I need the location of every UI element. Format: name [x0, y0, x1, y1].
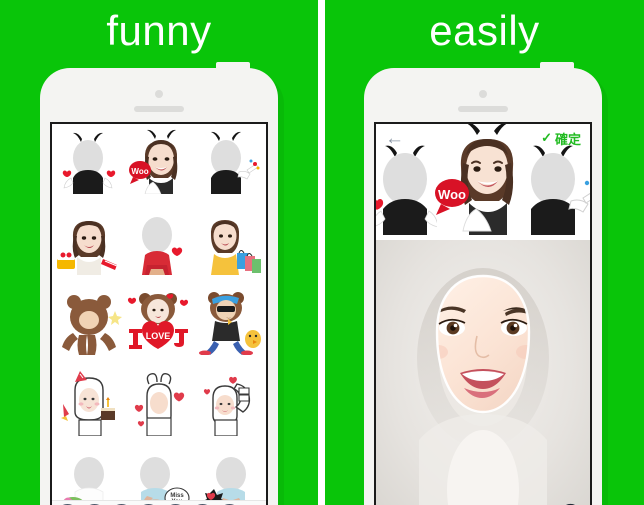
earpiece-speaker [134, 106, 184, 112]
sticker-item[interactable] [54, 127, 124, 194]
check-icon: ✓ [541, 130, 552, 145]
face-crop-canvas[interactable] [376, 240, 590, 505]
screenshot-stage: funny Woo LOVE Miss easily Woo ← ✓ 確定 [0, 0, 644, 505]
phone-screen-left: Woo LOVE Miss [50, 122, 268, 505]
editor-toolbar [376, 496, 590, 505]
earpiece-speaker [458, 106, 508, 112]
sticker-item[interactable] [194, 208, 264, 275]
panel-easily: easily Woo ← ✓ 確定 [325, 0, 644, 505]
sticker-item[interactable] [194, 449, 264, 505]
caption-funny: funny [106, 7, 212, 54]
sticker-item[interactable] [124, 369, 194, 436]
sticker-item[interactable] [54, 449, 124, 505]
back-arrow-icon[interactable]: ← [385, 129, 404, 148]
sticker-item[interactable] [54, 208, 124, 275]
phone-screen-right: Woo ← ✓ 確定 [374, 122, 592, 505]
sticker-item[interactable] [54, 369, 124, 436]
phone-top-nub [216, 62, 250, 71]
sticker-item[interactable] [124, 208, 194, 275]
svg-text:Woo: Woo [438, 187, 466, 202]
face-adjust-editor: Woo ← ✓ 確定 [376, 124, 590, 505]
sticker-item[interactable]: Woo [124, 127, 194, 194]
confirm-button[interactable]: ✓ 確定 [541, 129, 581, 148]
sticker-item[interactable]: Miss You [124, 449, 194, 505]
svg-text:Woo: Woo [131, 167, 148, 176]
emoji-category-bar[interactable] [52, 500, 266, 505]
panel-divider [318, 0, 325, 505]
phone-mockup-left: Woo LOVE Miss [40, 62, 278, 505]
panel-funny: funny Woo LOVE Miss [0, 0, 318, 505]
sticker-item[interactable] [194, 127, 264, 194]
front-camera-icon [479, 90, 487, 98]
sticker-item[interactable]: LOVE [124, 288, 194, 355]
front-camera-icon [155, 90, 163, 98]
phone-top-nub [540, 62, 574, 71]
caption-easily: easily [429, 7, 540, 54]
confirm-label: 確定 [554, 131, 581, 147]
sticker-item[interactable] [54, 288, 124, 356]
svg-text:LOVE: LOVE [146, 331, 171, 341]
sticker-item[interactable] [194, 288, 264, 356]
editor-header: ← ✓ 確定 [376, 124, 590, 152]
sticker-item[interactable] [194, 369, 264, 436]
sticker-gallery-grid[interactable]: Woo LOVE Miss [52, 124, 266, 505]
phone-mockup-right: Woo ← ✓ 確定 [364, 62, 602, 505]
